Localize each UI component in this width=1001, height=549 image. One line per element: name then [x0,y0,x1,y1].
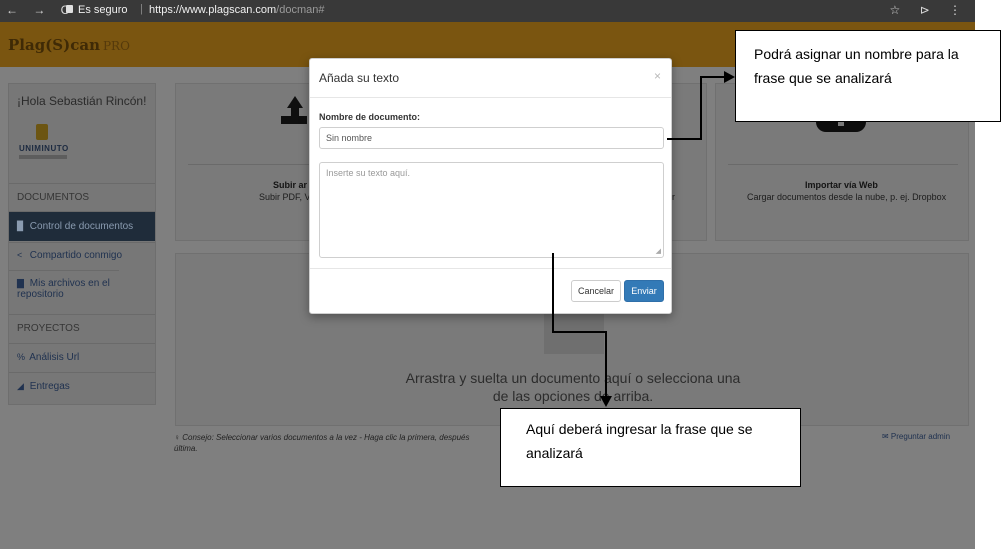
sidebar-item-label: Entregas [29,381,70,392]
web-card-title: Importar vía Web [805,180,878,190]
card-divider [728,164,958,165]
document-name-input[interactable]: Sin nombre [319,127,664,149]
text-input-area[interactable]: Inserte su texto aquí. ◢ [319,162,664,258]
sidebar-item-label: Mis archivos en el repositorio [17,278,110,300]
section-projects: PROYECTOS [9,314,155,340]
upload-card-subtitle: Subir PDF, V [259,192,311,202]
send-icon: ◢ [17,381,24,391]
callout-text-input-note: Aquí deberá ingresar la frase que se ana… [500,408,801,487]
tip-text: ♀ Consejo: Seleccionar varios documentos… [174,432,469,454]
tip-line1: Consejo: Seleccionar varios documentos a… [182,433,470,442]
url-separator: | [140,3,143,15]
plagscan-logo[interactable]: Plag(S)can PRO [8,36,130,54]
logo-tier: PRO [102,39,130,53]
connector-line [605,331,607,397]
archive-icon: ▇ [17,278,24,288]
org-emblem-icon [36,124,48,140]
browser-nav-icons[interactable]: ← → C [6,3,75,17]
modal-header-divider [310,97,671,98]
lightbulb-icon: ♀ [174,433,180,442]
connector-line [700,76,726,78]
sidebar: ¡Hola Sebastián Rincón! UNIMINUTO DOCUME… [8,83,156,405]
file-icon: ▉ [17,221,24,231]
add-text-modal: Añada su texto × Nombre de documento: Si… [309,58,672,314]
url-host: https://www.plagscan.com [149,4,277,16]
connector-line [667,138,702,140]
share-icon: < [17,250,23,260]
arrow-right-icon [724,71,735,83]
org-logo: UNIMINUTO [19,124,69,168]
user-greeting: ¡Hola Sebastián Rincón! [17,94,147,108]
section-documents: DOCUMENTOS [9,183,155,209]
connector-line [552,331,607,333]
address-bar[interactable]: https://www.plagscan.com/docman# [149,4,324,16]
secure-label[interactable]: Es seguro [78,4,128,16]
close-icon[interactable]: × [654,69,661,83]
text-input-placeholder: Inserte su texto aquí. [326,168,411,178]
sidebar-item-label: Análisis Url [29,352,80,363]
document-name-label: Nombre de documento: [319,112,421,122]
drop-zone-text-line2: de las opciones de arriba. [492,388,654,404]
sidebar-item-label: Compartido conmigo [29,250,123,261]
arrow-down-icon [600,396,612,407]
sidebar-item-repositorio[interactable]: ▇ Mis archivos en el repositorio [9,270,119,310]
org-logo-text: UNIMINUTO [19,144,69,153]
upload-icon [281,96,307,126]
modal-title: Añada su texto [319,71,400,85]
browser-action-icons[interactable]: ☆ ⊳ ⋮ [890,3,969,17]
sidebar-item-entregas[interactable]: ◢ Entregas [9,372,155,404]
sidebar-item-label: Control de documentos [29,221,134,232]
send-button[interactable]: Enviar [624,280,664,302]
sidebar-item-analisis-url[interactable]: % Análisis Url [9,343,155,372]
upload-card-title: Subir ar [273,180,308,190]
connector-line [552,253,554,333]
drop-zone-text-line1: Arrastra y suelta un documento aquí o se… [405,370,741,386]
web-card-subtitle: Cargar documentos desde la nube, p. ej. … [747,192,947,202]
ask-admin-link[interactable]: ✉ Preguntar admin [882,432,950,441]
resize-grip-icon[interactable]: ◢ [656,247,661,255]
cancel-button[interactable]: Cancelar [571,280,621,302]
connector-line [700,78,702,140]
browser-toolbar: ← → C Es seguro | https://www.plagscan.c… [0,0,975,22]
sidebar-item-control-documentos[interactable]: ▉ Control de documentos [9,211,155,241]
tip-line2: última. [174,444,198,453]
callout-name-note: Podrá asignar un nombre para la frase qu… [735,30,1001,122]
lock-icon [66,5,73,13]
percent-icon: % [17,352,26,362]
modal-footer-divider [310,268,671,269]
sidebar-item-compartido[interactable]: < Compartido conmigo [9,242,155,270]
logo-text: Plag(S)can [8,36,100,54]
url-path: /docman# [276,4,325,16]
org-logo-tagline [19,155,67,159]
